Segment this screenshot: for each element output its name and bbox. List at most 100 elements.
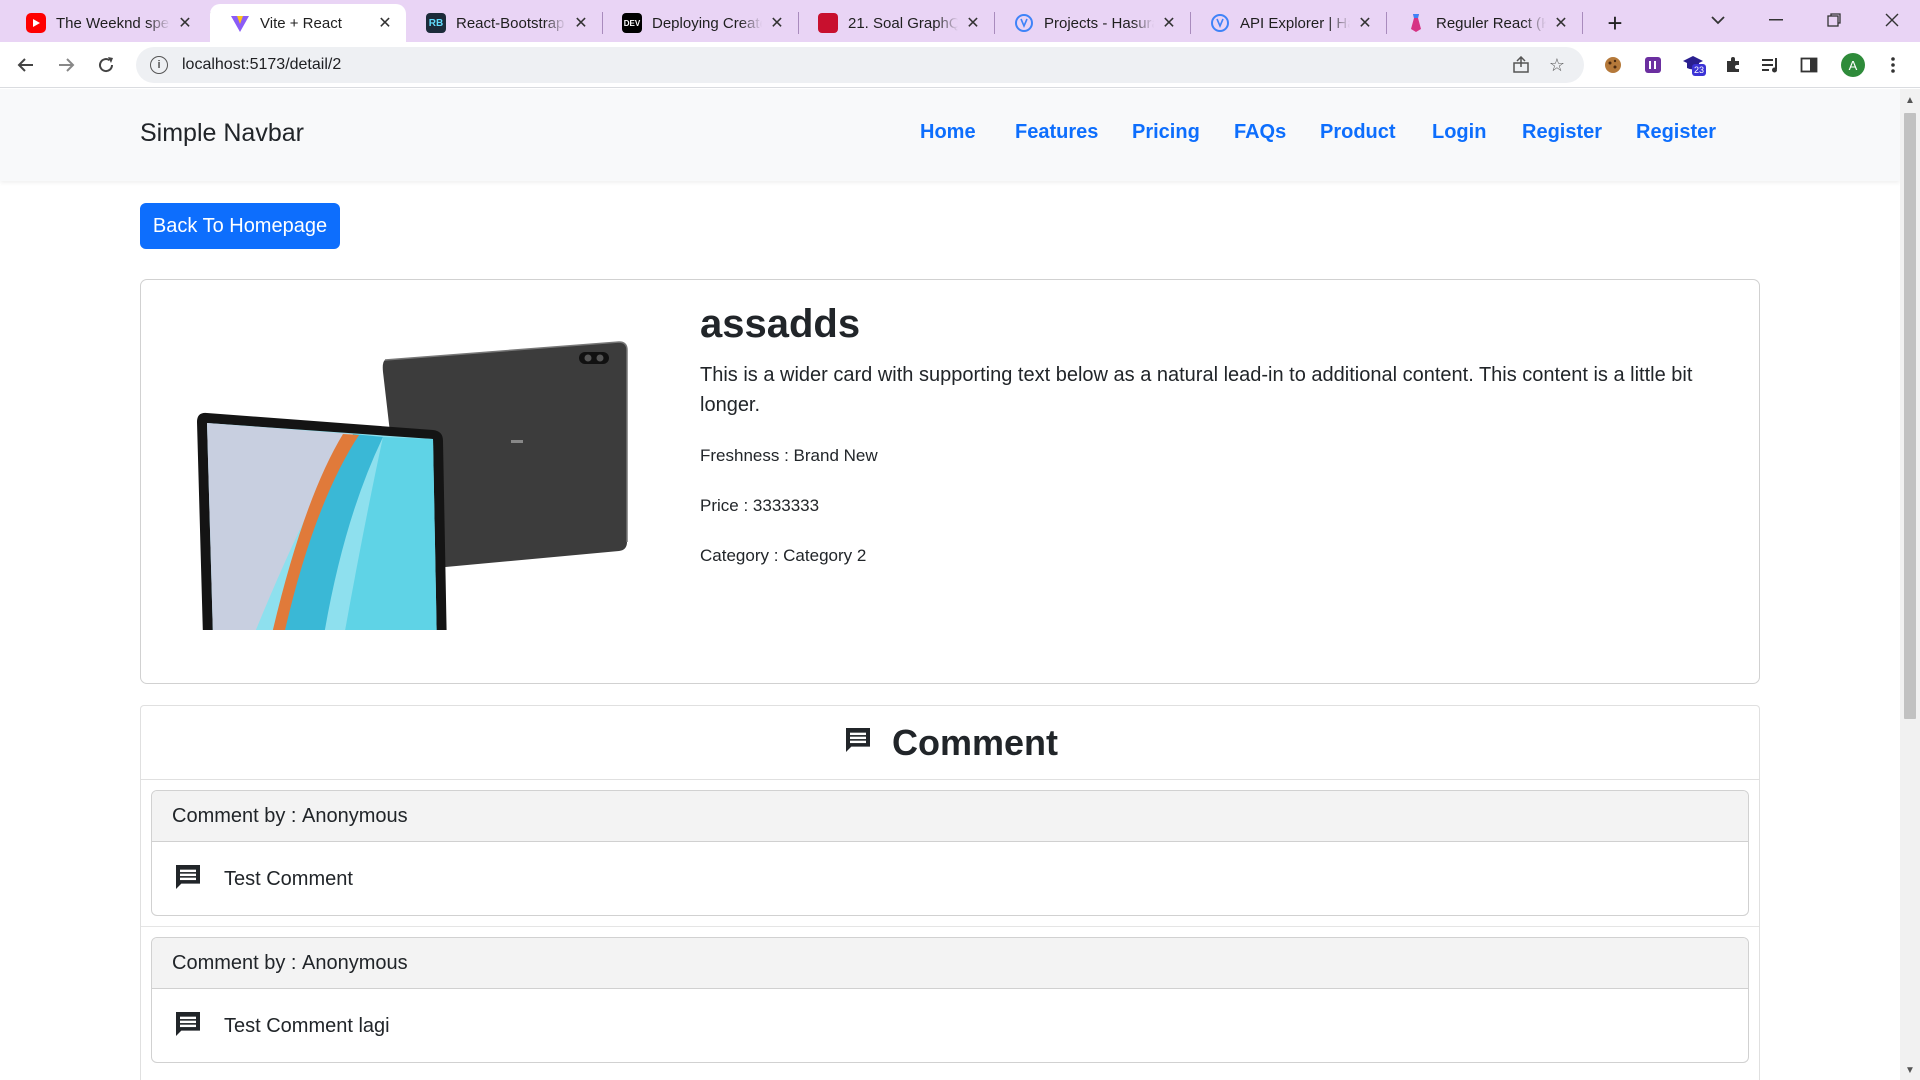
navbar-brand[interactable]: Simple Navbar xyxy=(140,119,304,148)
youtube-icon xyxy=(26,13,46,33)
tab-vite-react[interactable]: Vite + React ✕ xyxy=(210,4,406,42)
page-viewport: Simple Navbar Home Features Pricing FAQs… xyxy=(0,89,1900,1080)
close-tab-icon[interactable]: ✕ xyxy=(1356,14,1374,32)
restore-icon[interactable] xyxy=(1806,0,1862,40)
close-tab-icon[interactable]: ✕ xyxy=(1552,14,1570,32)
new-tab-button[interactable]: + xyxy=(1598,6,1632,40)
comment-author: Comment by : Anonymous xyxy=(152,938,1748,989)
tab-title: React-Bootstrap xyxy=(456,14,565,32)
comment-author-name: Anonymous xyxy=(302,951,408,974)
close-tab-icon[interactable]: ✕ xyxy=(376,14,394,32)
tab-search-icon[interactable] xyxy=(1690,0,1746,40)
product-category: Category : Category 2 xyxy=(700,546,866,566)
calendar-extension-icon[interactable] xyxy=(1640,52,1666,78)
side-panel-icon[interactable] xyxy=(1796,52,1822,78)
scroll-down-arrow-icon[interactable]: ▼ xyxy=(1900,1061,1920,1079)
extension-badge: 23 xyxy=(1692,64,1707,76)
comment-icon xyxy=(172,861,204,899)
freshness-value: Brand New xyxy=(793,446,878,465)
close-tab-icon[interactable]: ✕ xyxy=(768,14,786,32)
comment-icon xyxy=(172,1008,204,1046)
category-value: Category 2 xyxy=(783,546,867,565)
vite-icon xyxy=(230,13,250,33)
site-navbar: Simple Navbar Home Features Pricing FAQs… xyxy=(0,89,1900,181)
hasura-icon xyxy=(1210,13,1230,33)
product-image xyxy=(197,341,628,630)
comments-header: Comment xyxy=(141,706,1759,780)
nav-link-features[interactable]: Features xyxy=(1015,121,1098,144)
close-tab-icon[interactable]: ✕ xyxy=(572,14,590,32)
close-tab-icon[interactable]: ✕ xyxy=(1160,14,1178,32)
nav-link-login[interactable]: Login xyxy=(1432,121,1486,144)
product-description: This is a wider card with supporting tex… xyxy=(700,364,1693,416)
tab-title: API Explorer | Has xyxy=(1240,14,1350,32)
comment-card: Comment by : Anonymous Test Comment xyxy=(151,790,1749,916)
browser-tabstrip: The Weeknd special ✕ Vite + React ✕ RB R… xyxy=(0,0,1920,42)
tab-graphql[interactable]: 21. Soal GraphQL ✕ xyxy=(798,4,994,42)
category-label: Category : xyxy=(700,546,784,565)
nav-link-register[interactable]: Register xyxy=(1522,121,1602,144)
back-to-homepage-button[interactable]: Back To Homepage xyxy=(140,203,340,249)
page-scrollbar[interactable]: ▲ ▼ xyxy=(1900,89,1920,1080)
tab-api-explorer[interactable]: API Explorer | Has ✕ xyxy=(1190,4,1386,42)
tie-icon xyxy=(1406,13,1426,33)
scroll-up-arrow-icon[interactable]: ▲ xyxy=(1900,91,1920,109)
freshness-label: Freshness : xyxy=(700,446,794,465)
reload-icon[interactable] xyxy=(90,49,122,81)
browser-toolbar: i localhost:5173/detail/2 ☆ 23 A xyxy=(0,42,1920,88)
tab-title: Vite + React xyxy=(260,14,342,32)
comment-card: Comment by : Anonymous Test Comment lagi xyxy=(151,937,1749,1063)
cookie-extension-icon[interactable] xyxy=(1600,52,1626,78)
tab-title: Projects - Hasura xyxy=(1044,14,1154,32)
tab-react-bootstrap[interactable]: RB React-Bootstrap ✕ xyxy=(406,4,602,42)
nav-link-faqs[interactable]: FAQs xyxy=(1234,121,1286,144)
extensions-puzzle-icon[interactable] xyxy=(1720,52,1746,78)
comment-by-label: Comment by : xyxy=(172,804,303,827)
close-window-icon[interactable] xyxy=(1864,0,1920,40)
address-bar[interactable]: i localhost:5173/detail/2 ☆ xyxy=(136,47,1584,83)
tab-title: Deploying Create xyxy=(652,14,762,32)
forward-arrow-icon[interactable] xyxy=(50,49,82,81)
price-value: 3333333 xyxy=(752,496,820,515)
tab-title: The Weeknd special xyxy=(56,14,170,32)
nav-link-pricing[interactable]: Pricing xyxy=(1132,121,1200,144)
close-tab-icon[interactable]: ✕ xyxy=(964,14,982,32)
browser-menu-icon[interactable] xyxy=(1880,52,1906,78)
comment-icon xyxy=(842,724,874,761)
media-queue-icon[interactable] xyxy=(1758,52,1784,78)
nav-link-home[interactable]: Home xyxy=(920,121,976,144)
price-label: Price : xyxy=(700,496,753,515)
hasura-icon xyxy=(1014,13,1034,33)
product-detail-card: assadds This is a wider card with suppor… xyxy=(140,279,1760,684)
comments-title: Comment xyxy=(891,721,1058,763)
comment-text: Test Comment xyxy=(224,868,353,890)
scrollbar-thumb[interactable] xyxy=(1904,113,1916,719)
close-tab-icon[interactable]: ✕ xyxy=(176,14,194,32)
minimize-icon[interactable] xyxy=(1748,0,1804,40)
tab-reguler-react[interactable]: Reguler React (Ke ✕ xyxy=(1386,4,1582,42)
graduation-cap-extension-icon[interactable]: 23 xyxy=(1680,52,1707,78)
comment-author: Comment by : Anonymous xyxy=(152,791,1748,842)
profile-avatar[interactable]: A xyxy=(1840,52,1866,78)
bookmark-star-icon[interactable]: ☆ xyxy=(1546,54,1568,76)
profile-initial: A xyxy=(1841,53,1865,77)
comment-text: Test Comment lagi xyxy=(224,1015,390,1037)
comment-author-name: Anonymous xyxy=(302,804,408,827)
nav-link-product[interactable]: Product xyxy=(1320,121,1396,144)
tab-dev[interactable]: DEV Deploying Create ✕ xyxy=(602,4,798,42)
comments-section: Comment Comment by : Anonymous Test Comm… xyxy=(140,705,1760,1080)
share-icon[interactable] xyxy=(1510,54,1532,76)
tab-youtube[interactable]: The Weeknd special ✕ xyxy=(6,4,206,42)
tab-hasura-projects[interactable]: Projects - Hasura ✕ xyxy=(994,4,1190,42)
nav-link-register-2[interactable]: Register xyxy=(1636,121,1716,144)
comment-by-label: Comment by : xyxy=(172,951,303,974)
react-bootstrap-icon: RB xyxy=(426,13,446,33)
tab-title: Reguler React (Ke xyxy=(1436,14,1546,32)
site-info-icon[interactable]: i xyxy=(150,56,168,74)
tab-title: 21. Soal GraphQL xyxy=(848,14,958,32)
book-icon xyxy=(818,13,838,33)
product-price: Price : 3333333 xyxy=(700,496,819,516)
comment-body: Test Comment xyxy=(152,842,1748,915)
back-arrow-icon[interactable] xyxy=(10,49,42,81)
url-text[interactable]: localhost:5173/detail/2 xyxy=(182,56,341,74)
